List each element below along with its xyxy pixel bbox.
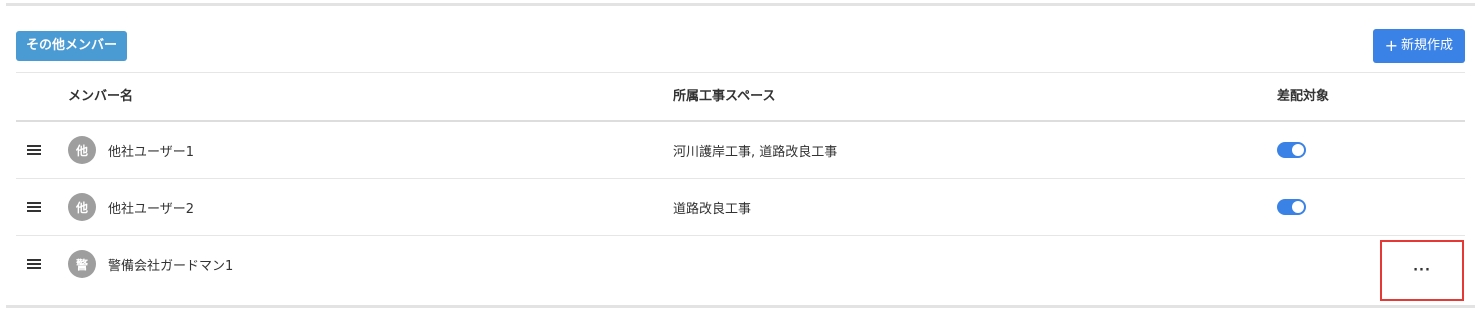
new-create-button[interactable]: + 新規作成 xyxy=(1372,29,1465,63)
member-cell: 他 他社ユーザー2 xyxy=(68,179,194,235)
header-member-name: メンバー名 xyxy=(68,89,134,104)
member-cell: 警 警備会社ガードマン1 xyxy=(68,236,233,292)
drag-handle-icon[interactable] xyxy=(27,236,41,292)
workspace-cell: 河川護岸工事, 道路改良工事 xyxy=(673,144,838,160)
more-actions-highlight: ··· xyxy=(1380,240,1464,301)
member-name: 警備会社ガードマン1 xyxy=(108,258,234,274)
members-panel: その他メンバー + 新規作成 メンバー名 所属工事スペース 差配対象 他 他社ユ… xyxy=(0,0,1481,313)
new-create-label: 新規作成 xyxy=(1400,38,1453,53)
drag-handle-icon[interactable] xyxy=(27,122,41,178)
table-row: 他 他社ユーザー1 河川護岸工事, 道路改良工事 xyxy=(16,122,1465,178)
header-dispatch: 差配対象 xyxy=(1277,89,1330,104)
table-row: 警 警備会社ガードマン1 xyxy=(16,236,1465,292)
avatar: 他 xyxy=(68,193,96,221)
table-header: メンバー名 所属工事スペース 差配対象 xyxy=(16,73,1465,120)
dispatch-cell xyxy=(1277,179,1306,235)
member-name: 他社ユーザー2 xyxy=(108,201,195,217)
dispatch-toggle[interactable] xyxy=(1277,142,1306,158)
avatar: 他 xyxy=(68,136,96,164)
dispatch-cell xyxy=(1277,122,1306,178)
plus-icon: + xyxy=(1384,36,1398,55)
toggle-knob xyxy=(1292,201,1304,213)
top-divider xyxy=(6,3,1475,6)
member-name: 他社ユーザー1 xyxy=(108,144,195,160)
dispatch-toggle[interactable] xyxy=(1277,199,1306,215)
drag-handle-icon[interactable] xyxy=(27,179,41,235)
avatar: 警 xyxy=(68,250,96,278)
section-title-badge: その他メンバー xyxy=(16,31,128,61)
more-actions-button[interactable]: ··· xyxy=(1413,264,1431,277)
header-workspace: 所属工事スペース xyxy=(673,89,776,104)
table-row: 他 他社ユーザー2 道路改良工事 xyxy=(16,179,1465,235)
bottom-divider xyxy=(6,305,1475,308)
workspace-cell: 道路改良工事 xyxy=(673,201,752,217)
toggle-knob xyxy=(1292,144,1304,156)
member-cell: 他 他社ユーザー1 xyxy=(68,122,194,178)
